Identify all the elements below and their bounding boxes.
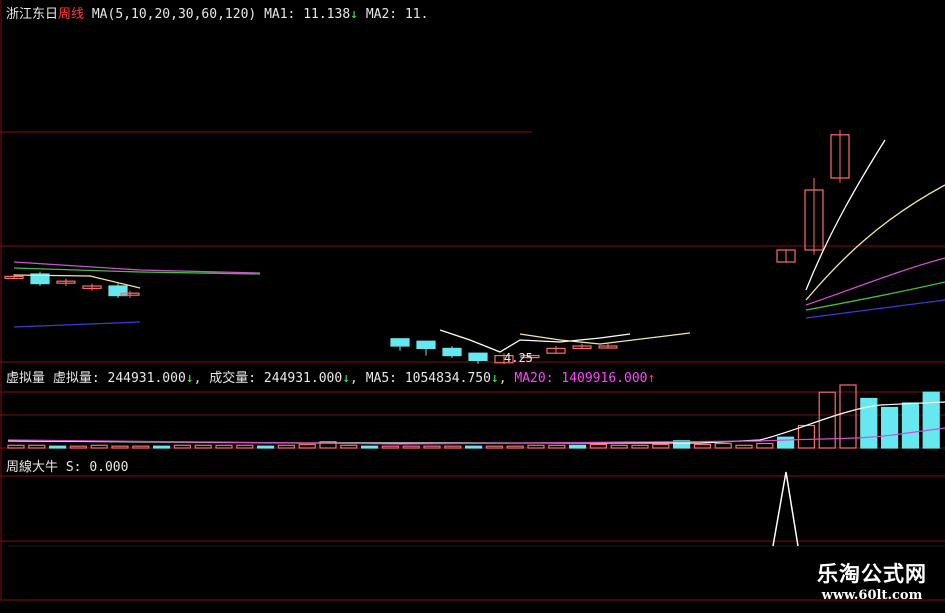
candle-body — [442, 347, 462, 357]
watermark-url: www.60lt.com — [821, 588, 923, 603]
ma-line — [439, 329, 631, 353]
volume-bar — [381, 445, 399, 449]
ma20-arrow-icon: ↑ — [647, 371, 656, 386]
stock-name[interactable]: 浙江东日 — [6, 7, 58, 22]
volume-bar — [361, 445, 379, 449]
ma-params[interactable]: MA(5,10,20,30,60,120) — [92, 7, 256, 22]
vv-label: 虚拟量: — [52, 371, 100, 386]
candle-body — [416, 340, 436, 350]
volume-panel-header: 虚拟量 虚拟量: 244931.000↓, 成交量: 244931.000↓, … — [6, 371, 656, 386]
vol-arrow-icon: ↓ — [342, 371, 351, 386]
volume-bar — [215, 444, 233, 449]
vol-value: 244931.000 — [263, 371, 343, 386]
volume-bar — [402, 445, 420, 449]
ma2-value: 11. — [404, 7, 429, 22]
ma1-label: MA1: — [264, 7, 296, 22]
ma5-label: MA5: — [365, 371, 397, 386]
volume-bar — [444, 445, 462, 449]
ma-line — [519, 332, 691, 345]
volume-ma5-line — [7, 401, 945, 444]
ma-line — [805, 299, 945, 319]
watermark-logo: 乐淘公式网 www.60lt.com — [817, 558, 927, 603]
volume-bar — [298, 443, 316, 449]
ma-line — [13, 267, 261, 275]
candle-body — [390, 338, 410, 347]
volume-bar — [423, 445, 441, 449]
volume-bar — [506, 445, 524, 449]
volume-bar — [631, 444, 649, 449]
stock-chart-window: 4.25 浙江东日周线 MA(5,10,20,30,60,120) MA1: 1… — [0, 0, 945, 609]
candle-body — [468, 352, 488, 362]
ma-line — [13, 321, 141, 328]
ma5-value: 1054834.750 — [404, 371, 491, 386]
vv-value: 244931.000 — [107, 371, 186, 386]
ma1-value: 11.138 — [303, 7, 351, 22]
volume-bar — [901, 402, 920, 449]
indicator-panel-header: 周線大牛 S: 0.000 — [6, 456, 128, 475]
volume-bar — [111, 445, 129, 449]
volume-bar — [277, 444, 295, 449]
volume-bar — [922, 391, 940, 449]
ma20-label: MA20: — [514, 371, 554, 386]
stock-chart-svg[interactable]: 4.25 — [0, 0, 945, 609]
volume-bar — [194, 444, 212, 449]
volume-bar — [48, 445, 67, 449]
volume-bar — [90, 444, 108, 449]
chart-grid — [0, 0, 945, 601]
ma20-value: 1409916.000 — [561, 371, 648, 386]
price-panel-header: 浙江东日周线 MA(5,10,20,30,60,120) MA1: 11.138… — [6, 3, 428, 22]
ma5-arrow-icon: ↓ — [490, 371, 499, 386]
vv-arrow-icon: ↓ — [185, 371, 194, 386]
price-panel[interactable] — [4, 130, 945, 364]
volume-bar — [756, 442, 774, 449]
ma-line — [805, 139, 886, 291]
s-label: S: — [65, 460, 82, 475]
watermark-title: 乐淘公式网 — [817, 561, 927, 586]
volume-bar — [776, 436, 795, 449]
candle-body — [108, 285, 128, 297]
volume-bar — [28, 444, 46, 449]
volume-bar — [568, 444, 587, 449]
volume-bar — [485, 445, 503, 449]
volume-bar — [714, 442, 732, 449]
volume-panel-title[interactable]: 虚拟量 — [6, 371, 45, 386]
volume-bar — [465, 445, 483, 449]
volume-bar — [173, 444, 191, 449]
volume-panel[interactable] — [7, 384, 945, 449]
ma-line — [805, 281, 945, 311]
volume-bar — [132, 445, 150, 449]
volume-bar — [236, 444, 254, 449]
volume-bar — [153, 445, 171, 449]
ma-line — [805, 257, 945, 306]
volume-bar — [69, 445, 88, 449]
low-price-label: 4.25 — [504, 351, 533, 365]
volume-bar — [735, 444, 753, 449]
period-label[interactable]: 周线 — [58, 7, 84, 22]
volume-bar — [257, 445, 275, 449]
volume-bar — [527, 444, 545, 449]
volume-bar — [589, 443, 608, 449]
volume-bar — [652, 443, 670, 449]
indicator-title[interactable]: 周線大牛 — [6, 460, 58, 475]
volume-bar — [340, 444, 358, 449]
volume-bar — [548, 444, 566, 449]
volume-ma20-line — [7, 427, 945, 445]
volume-bar — [7, 444, 25, 449]
volume-bar — [610, 444, 628, 449]
volume-bar — [797, 424, 816, 449]
signal-spike — [772, 471, 799, 547]
volume-bar — [880, 406, 899, 449]
s-value: 0.000 — [89, 460, 129, 475]
indicator-panel[interactable] — [8, 471, 945, 547]
ma1-arrow-icon: ↓ — [350, 7, 358, 22]
ma2-label: MA2: — [365, 7, 398, 22]
vol-label: 成交量: — [209, 371, 257, 386]
volume-bar — [693, 443, 712, 449]
